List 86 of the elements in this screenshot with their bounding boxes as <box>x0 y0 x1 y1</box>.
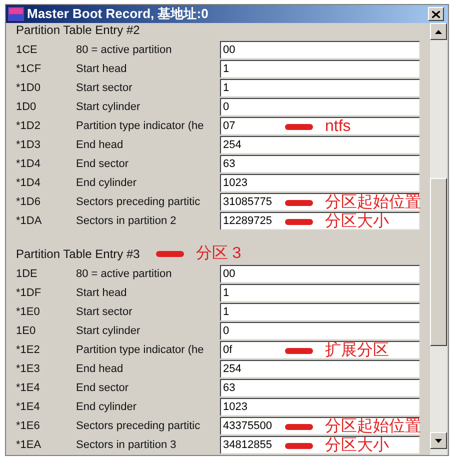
offset-label: *1D3 <box>16 138 42 153</box>
offset-label: *1D6 <box>16 194 42 210</box>
offset-label: 1CE <box>16 42 38 58</box>
field-label: Partition type indicator (he <box>76 118 205 134</box>
offset-label: *1E6 <box>16 418 41 434</box>
scroll-thumb[interactable] <box>430 178 447 346</box>
section-heading: Partition Table Entry #2 <box>16 23 140 37</box>
annotation-text: 分区起始位置 <box>325 194 421 212</box>
annotation-stroke <box>285 200 313 206</box>
scroll-down-button[interactable] <box>430 432 447 449</box>
offset-label: *1D0 <box>16 80 42 96</box>
offset-label: *1DA <box>16 214 43 229</box>
annotation-text: 扩展分区 <box>325 342 389 360</box>
value-field[interactable]: 34812855 分区大小 <box>220 436 420 454</box>
value-field[interactable]: 63 <box>220 379 420 397</box>
value-field[interactable]: 31085775 分区起始位置 <box>220 193 420 211</box>
offset-label: 1D0 <box>16 100 38 115</box>
field-label: Sectors preceding partitic <box>76 194 202 210</box>
value-field[interactable]: 1 <box>220 303 420 321</box>
annotation-text: ntfs <box>325 118 351 136</box>
offset-label: *1E2 <box>16 342 41 358</box>
offset-label: *1E4 <box>16 400 41 415</box>
field-label: End sector <box>76 156 130 172</box>
annotation-text: 分区大小 <box>325 213 389 231</box>
up-arrow-icon <box>435 30 442 34</box>
field-label: Sectors in partition 2 <box>76 214 178 229</box>
value-field[interactable]: 254 <box>220 360 420 378</box>
window-title: Master Boot Record, 基地址:0 <box>27 5 210 24</box>
annotation-stroke <box>285 219 313 225</box>
offset-label: *1D2 <box>16 118 42 134</box>
field-label: Sectors in partition 3 <box>76 438 178 453</box>
field-label: Start cylinder <box>76 100 142 115</box>
annotation-stroke <box>285 124 313 130</box>
offset-label: *1E4 <box>16 380 41 396</box>
value-field[interactable]: 00 <box>220 41 420 59</box>
offset-label: *1D4 <box>16 176 42 191</box>
annotation-stroke <box>285 443 313 449</box>
value-field[interactable]: 63 <box>220 155 420 173</box>
down-arrow-icon <box>435 438 442 442</box>
close-button[interactable] <box>428 7 444 21</box>
value-field[interactable]: 0 <box>220 322 420 340</box>
field-label: Start cylinder <box>76 324 142 339</box>
field-label: 80 = active partition <box>76 266 173 282</box>
value-field[interactable]: 1023 <box>220 398 420 416</box>
value-field[interactable]: 0 <box>220 98 420 116</box>
value-field[interactable]: 1023 <box>220 174 420 192</box>
field-label: Start head <box>76 62 128 77</box>
annotation-text: 分区起始位置 <box>325 418 421 436</box>
offset-label: 1E0 <box>16 324 37 339</box>
scrollbar[interactable] <box>430 23 447 455</box>
annotation-stroke <box>156 251 184 257</box>
value-field[interactable]: 1 <box>220 60 420 78</box>
value-field[interactable]: 0f 扩展分区 <box>220 341 420 359</box>
field-label: End head <box>76 138 124 153</box>
field-label: 80 = active partition <box>76 42 173 58</box>
offset-label: *1DF <box>16 286 42 301</box>
offset-label: *1E0 <box>16 304 41 320</box>
field-label: Start sector <box>76 304 134 320</box>
annotation-stroke <box>285 348 313 354</box>
value-field[interactable]: 1 <box>220 79 420 97</box>
field-label: End head <box>76 362 124 377</box>
field-label: Start sector <box>76 80 134 96</box>
annotation-text: 分区 3 <box>196 245 242 263</box>
field-label: End sector <box>76 380 130 396</box>
value-field[interactable]: 1 <box>220 284 420 302</box>
value-field[interactable]: 43375500 分区起始位置 <box>220 417 420 435</box>
offset-label: *1D4 <box>16 156 42 172</box>
field-label: Partition type indicator (he <box>76 342 205 358</box>
value-field[interactable]: 07 ntfs <box>220 117 420 135</box>
offset-label: *1CF <box>16 62 42 77</box>
section-heading: Partition Table Entry #3 <box>16 247 140 261</box>
annotation-stroke <box>285 424 313 430</box>
offset-label: *1EA <box>16 438 42 453</box>
field-label: End cylinder <box>76 176 138 191</box>
field-label: Sectors preceding partitic <box>76 418 202 434</box>
value-field[interactable]: 254 <box>220 136 420 154</box>
close-icon <box>432 10 440 18</box>
scroll-up-button[interactable] <box>430 23 447 40</box>
value-field[interactable]: 12289725 分区大小 <box>220 212 420 230</box>
app-icon <box>8 7 24 21</box>
annotation-text: 分区大小 <box>325 437 389 455</box>
offset-label: 1DE <box>16 266 38 282</box>
offset-label: *1E3 <box>16 362 41 377</box>
field-label: End cylinder <box>76 400 138 415</box>
value-field[interactable]: 00 <box>220 265 420 283</box>
field-label: Start head <box>76 286 128 301</box>
